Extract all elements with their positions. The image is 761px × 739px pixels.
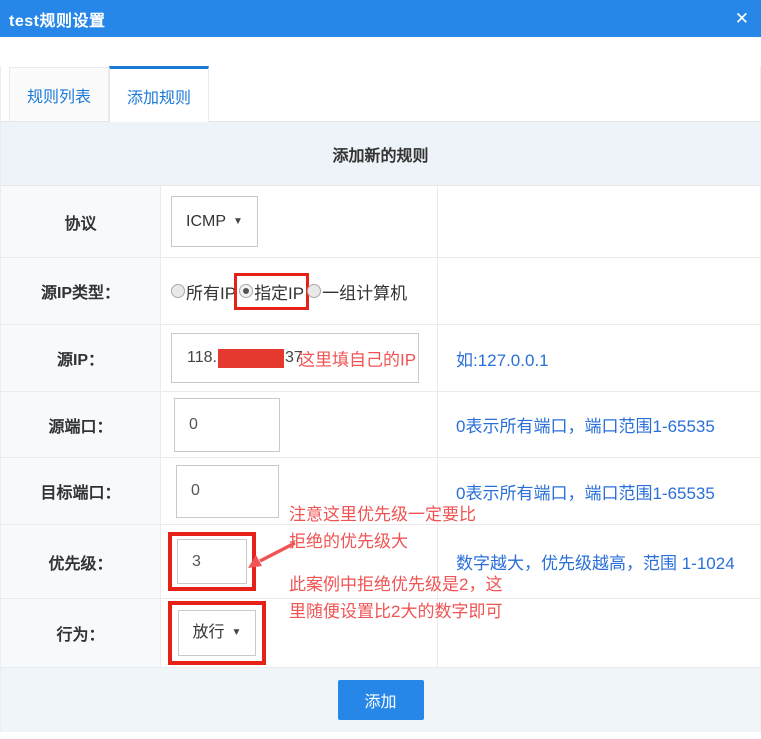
redaction-block (218, 349, 284, 368)
chevron-down-icon: ▼ (233, 216, 243, 227)
dialog-titlebar: test规则设置 ✕ (0, 0, 761, 37)
source-port-input (174, 398, 280, 452)
source-ip-label: 源IP： (1, 325, 161, 392)
highlight-box-priority (168, 532, 256, 591)
radio-specified-ip[interactable]: 指定IP (239, 279, 304, 304)
add-button[interactable]: 添加 (338, 680, 424, 720)
radio-dot-icon (239, 284, 253, 298)
radio-computer-group[interactable]: 一组计算机 (307, 279, 407, 304)
dest-port-label: 目标端口： (1, 458, 161, 525)
row-source-ip: 源IP： 118. 37 这里填自己的IP 如:127.0.0.1 (1, 325, 760, 392)
close-icon[interactable]: ✕ (735, 10, 749, 27)
action-label: 行为： (1, 599, 161, 668)
source-ip-hint: 如:127.0.0.1 (438, 325, 760, 392)
row-source-port: 源端口： 0表示所有端口，端口范围1-65535 (1, 392, 760, 458)
action-select[interactable]: 放行 ▼ (178, 610, 256, 656)
protocol-select[interactable]: ICMP ▼ (171, 196, 258, 247)
source-port-label: 源端口： (1, 392, 161, 458)
dialog-body: 规则列表 添加规则 添加新的规则 协议 ICMP ▼ 源IP类型： (0, 66, 761, 732)
form-section-title: 添加新的规则 (1, 122, 760, 186)
source-port-hint: 0表示所有端口，端口范围1-65535 (438, 392, 760, 458)
radio-specified-ip-label: 指定IP (254, 279, 304, 304)
radio-circle-icon (171, 284, 185, 298)
highlight-box-action: 放行 ▼ (168, 601, 266, 665)
row-priority: 优先级： 数字越大，优先级越高，范围 1-1024 (1, 525, 760, 599)
tab-strip: 规则列表 添加规则 (1, 66, 760, 122)
protocol-label: 协议 (1, 186, 161, 258)
protocol-select-value: ICMP (186, 213, 226, 231)
priority-input[interactable] (177, 539, 247, 584)
highlight-box-specified-ip: 指定IP (234, 273, 309, 310)
tab-add-rule[interactable]: 添加规则 (109, 66, 209, 122)
priority-label: 优先级： (1, 525, 161, 599)
dest-port-hint: 0表示所有端口，端口范围1-65535 (438, 458, 760, 525)
tab-rule-list-label: 规则列表 (27, 83, 91, 107)
row-source-ip-type: 源IP类型： 所有IP 指定IP 一组计算机 (1, 258, 760, 325)
tab-rule-list[interactable]: 规则列表 (9, 67, 109, 121)
form-footer: 添加 (1, 668, 760, 732)
radio-circle-icon (307, 284, 321, 298)
source-ip-annotation: 这里填自己的IP (298, 346, 416, 371)
source-ip-type-label: 源IP类型： (1, 258, 161, 325)
tab-add-rule-label: 添加规则 (127, 84, 191, 108)
dialog-title: test规则设置 (9, 7, 105, 31)
radio-all-ip-label: 所有IP (186, 279, 236, 304)
priority-hint: 数字越大，优先级越高，范围 1-1024 (438, 525, 760, 599)
row-protocol: 协议 ICMP ▼ (1, 186, 760, 258)
radio-computer-group-label: 一组计算机 (322, 279, 407, 304)
source-ip-prefix: 118. (187, 349, 217, 367)
row-action: 行为： 放行 ▼ (1, 599, 760, 668)
add-rule-form: 添加新的规则 协议 ICMP ▼ 源IP类型： 所有IP (1, 122, 760, 732)
dest-port-input[interactable] (176, 465, 279, 518)
radio-all-ip[interactable]: 所有IP (171, 279, 236, 304)
row-dest-port: 目标端口： 0表示所有端口，端口范围1-65535 (1, 458, 760, 525)
